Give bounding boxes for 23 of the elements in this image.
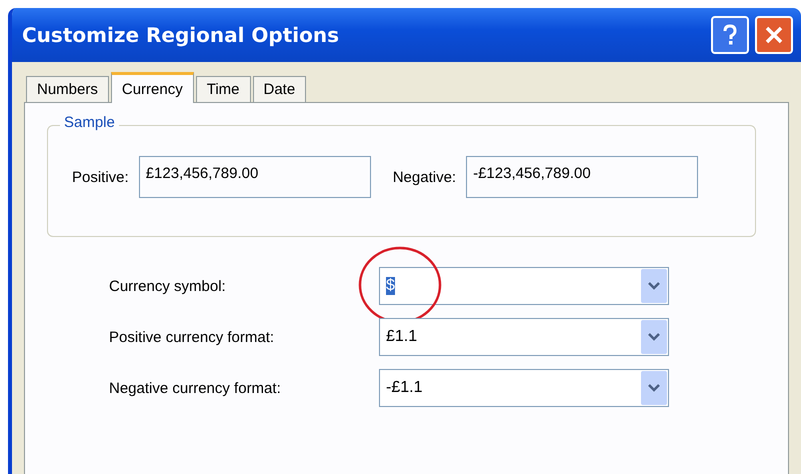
dropdown-field[interactable]: $ bbox=[379, 267, 669, 305]
positive-label: Positive: bbox=[72, 168, 129, 186]
close-button[interactable] bbox=[755, 16, 793, 54]
dropdown-field[interactable]: -£1.1 bbox=[379, 369, 669, 407]
close-icon bbox=[764, 25, 784, 45]
negative-label: Negative: bbox=[392, 168, 456, 186]
help-button[interactable] bbox=[711, 16, 749, 54]
tab[interactable]: Date bbox=[252, 76, 306, 102]
dropdown-value: £1.1 bbox=[386, 328, 418, 346]
negative-sample-field: -£123,456,789.00 bbox=[466, 156, 698, 198]
dropdown-field[interactable]: £1.1 bbox=[379, 318, 669, 356]
tab[interactable]: Numbers bbox=[26, 76, 109, 102]
window-title: Customize Regional Options bbox=[22, 23, 340, 47]
tab[interactable]: Time bbox=[196, 76, 250, 102]
setting-label: Positive currency format: bbox=[109, 328, 276, 346]
dropdown-value: -£1.1 bbox=[386, 379, 422, 397]
setting-label: Currency symbol: bbox=[109, 278, 227, 294]
dropdown-value: $ bbox=[386, 277, 395, 295]
help-icon bbox=[721, 23, 739, 47]
tab[interactable]: Currency bbox=[110, 72, 194, 103]
group-title: Sample bbox=[60, 114, 119, 131]
positive-sample-field: £123,456,789.00 bbox=[138, 156, 371, 198]
setting-label: Negative currency format: bbox=[109, 380, 282, 396]
